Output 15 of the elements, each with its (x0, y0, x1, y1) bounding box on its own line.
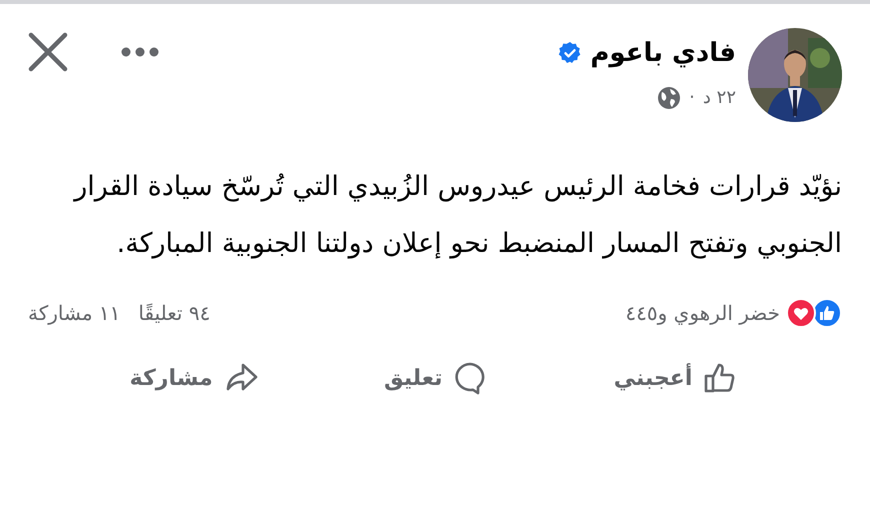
like-button[interactable]: أعجبني (608, 358, 746, 398)
share-button[interactable]: مشاركة (124, 358, 267, 398)
more-options-icon[interactable] (120, 46, 160, 58)
love-reaction-icon (786, 298, 816, 328)
comments-count[interactable]: ٩٤ تعليقًا (138, 298, 210, 328)
globe-icon (657, 86, 682, 110)
post-time[interactable]: ٢٢ د (702, 84, 736, 111)
shares-count[interactable]: ١١ مشاركة (28, 298, 120, 328)
comment-button[interactable]: تعليق (378, 358, 496, 398)
author-name[interactable]: فادي باعوم (590, 36, 736, 70)
post-text: نؤيّد قرارات فخامة الرئيس عيدروس الزُبيدي التي تُرسّخ سيادة القرار الجنوبي وتفتح المسار المنضبط نحو إعلان دولتنا الجنوبية المباركة. (72, 170, 842, 261)
like-reaction-icon (812, 298, 842, 328)
reactions-summary[interactable]: خضر الرهوي و٤٤٥ (625, 298, 780, 328)
close-icon[interactable] (28, 32, 68, 72)
separator-dot: · (689, 86, 695, 110)
